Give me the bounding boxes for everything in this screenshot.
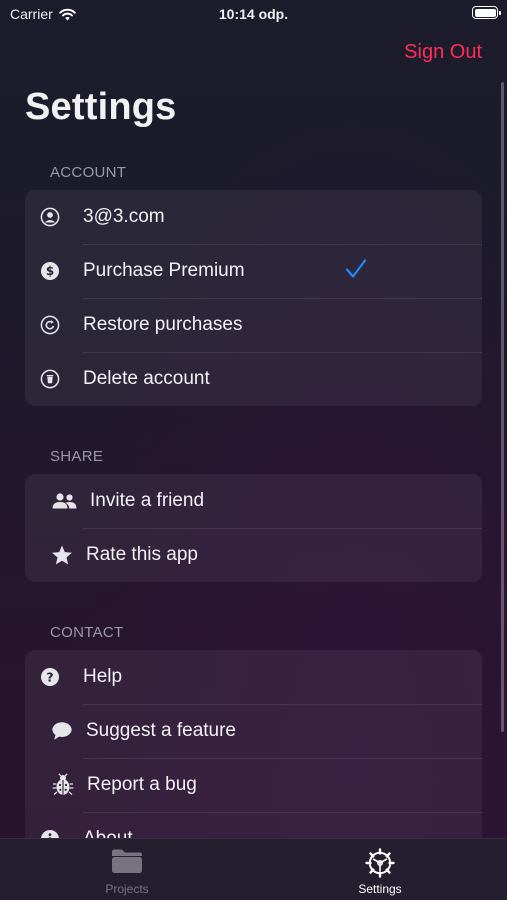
restore-circle-icon: [39, 314, 61, 336]
person-circle-icon: [39, 206, 61, 228]
suggest-feature-row[interactable]: Suggest a feature: [25, 704, 482, 758]
account-email-row[interactable]: 3@3.com: [25, 190, 482, 244]
report-bug-label: Report a bug: [87, 774, 197, 795]
ladybug-icon: [52, 773, 74, 796]
svg-text:$: $: [46, 264, 54, 278]
page-title: Settings: [25, 86, 177, 128]
account-group: 3@3.com $ Purchase Premium Restore purch…: [25, 190, 482, 406]
status-time: 10:14 odp.: [218, 6, 289, 22]
people-icon: [50, 490, 78, 512]
restore-purchases-row[interactable]: Restore purchases: [25, 298, 482, 352]
sign-out-button[interactable]: Sign Out: [404, 41, 482, 64]
question-circle-icon: ?: [39, 666, 61, 688]
trash-circle-icon: [39, 368, 61, 390]
tab-settings[interactable]: Settings: [320, 839, 440, 900]
about-row[interactable]: About: [25, 812, 482, 840]
tab-bar: Projects Settings: [0, 838, 507, 900]
contact-group: ? Help Suggest a feature Report a bug Ab…: [25, 650, 482, 840]
folder-icon: [110, 847, 144, 880]
help-label: Help: [83, 666, 123, 687]
suggest-feature-label: Suggest a feature: [86, 720, 236, 741]
scroll-indicator[interactable]: [501, 82, 504, 732]
dollar-circle-icon: $: [39, 260, 61, 282]
delete-account-row[interactable]: Delete account: [25, 352, 482, 406]
share-group: Invite a friend Rate this app: [25, 474, 482, 582]
report-bug-row[interactable]: Report a bug: [25, 758, 482, 812]
section-header-share: SHARE: [50, 448, 104, 465]
rate-app-label: Rate this app: [86, 544, 198, 565]
section-header-account: ACCOUNT: [50, 164, 127, 181]
tab-settings-label: Settings: [358, 882, 402, 896]
gear-icon: [364, 847, 396, 884]
battery-icon: [472, 6, 501, 19]
purchase-premium-row[interactable]: $ Purchase Premium: [25, 244, 482, 298]
invite-friend-label: Invite a friend: [90, 490, 205, 511]
section-header-contact: CONTACT: [50, 624, 124, 641]
tab-projects[interactable]: Projects: [67, 839, 187, 900]
invite-friend-row[interactable]: Invite a friend: [25, 474, 482, 528]
svg-text:?: ?: [46, 669, 53, 684]
rate-app-row[interactable]: Rate this app: [25, 528, 482, 582]
checkmark-icon: [345, 259, 367, 284]
delete-account-label: Delete account: [83, 368, 210, 389]
star-icon: [51, 544, 73, 566]
account-email-label: 3@3.com: [83, 206, 165, 227]
help-row[interactable]: ? Help: [25, 650, 482, 704]
purchase-premium-label: Purchase Premium: [83, 260, 245, 281]
restore-purchases-label: Restore purchases: [83, 314, 243, 335]
status-bar: Carrier 10:14 odp.: [0, 0, 507, 30]
speech-bubble-icon: [51, 720, 73, 742]
tab-projects-label: Projects: [105, 882, 149, 896]
